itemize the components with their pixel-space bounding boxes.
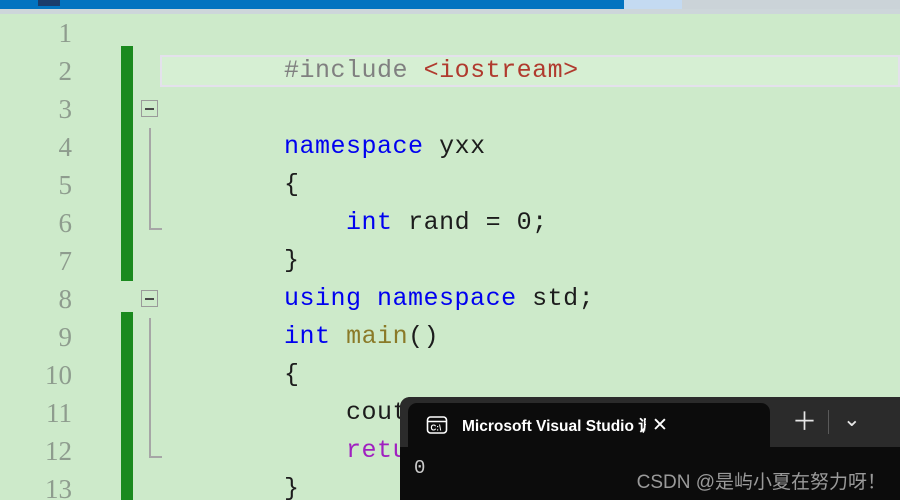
outline-guide-end xyxy=(149,432,162,458)
code-line[interactable]: 5 int rand = 0; xyxy=(0,166,900,237)
outline-column xyxy=(140,280,162,318)
outline-column xyxy=(140,128,162,166)
new-tab-button[interactable]: ＋ xyxy=(792,410,817,435)
line-number: 4 xyxy=(58,132,73,162)
tab-strip-background xyxy=(682,0,900,9)
tab-caret-indicator xyxy=(38,0,60,6)
outline-column xyxy=(140,166,162,204)
toolbar-divider xyxy=(828,410,829,434)
code-line[interactable]: 1 #include <iostream> xyxy=(0,14,900,85)
outline-column xyxy=(140,394,162,432)
svg-text:C:\: C:\ xyxy=(431,424,442,433)
outline-guide-line xyxy=(149,318,151,356)
terminal-output-pane[interactable]: 0 CSDN @是屿小夏在努力呀！ xyxy=(400,447,900,500)
editor-tab-strip xyxy=(0,0,900,14)
code-line[interactable]: 7 using namespace std; xyxy=(0,242,900,313)
line-number: 10 xyxy=(45,360,72,390)
outline-column xyxy=(140,356,162,394)
code-line[interactable]: 8 int main() xyxy=(0,280,900,351)
line-number: 6 xyxy=(58,208,73,238)
outline-guide-line xyxy=(149,356,151,394)
line-number: 3 xyxy=(58,94,73,124)
code-line[interactable]: 2 xyxy=(0,52,900,90)
code-line[interactable]: 10 cout << yxx::rand << endl; xyxy=(0,356,900,427)
line-number: 5 xyxy=(58,170,73,200)
terminal-output-text: 0 xyxy=(414,457,426,479)
line-number: 7 xyxy=(58,246,73,276)
outline-guide-line xyxy=(149,128,151,166)
terminal-tab-title: Microsoft Visual Studio 调试控 xyxy=(462,418,646,435)
close-icon[interactable]: ✕ xyxy=(652,416,668,435)
collapse-minus-icon[interactable] xyxy=(141,290,158,307)
active-document-tab[interactable] xyxy=(0,0,624,9)
line-number: 1 xyxy=(58,18,73,48)
inactive-document-tab[interactable] xyxy=(624,0,682,9)
visual-studio-window: 1 #include <iostream> 2 3 namespace yxx … xyxy=(0,0,900,500)
chevron-down-icon[interactable]: ⌄ xyxy=(843,409,861,430)
outline-column xyxy=(140,204,162,242)
line-number: 13 xyxy=(45,474,72,500)
line-number: 9 xyxy=(58,322,73,352)
code-line[interactable]: 3 namespace yxx xyxy=(0,90,900,161)
line-number: 11 xyxy=(46,398,72,428)
code-line[interactable]: 4 { xyxy=(0,128,900,199)
code-line[interactable]: 9 { xyxy=(0,318,900,389)
outline-guide-end xyxy=(149,204,162,230)
line-number: 8 xyxy=(58,284,73,314)
outline-guide-line xyxy=(149,394,151,432)
collapse-minus-icon[interactable] xyxy=(141,100,158,117)
outline-column xyxy=(140,318,162,356)
terminal-tab-active[interactable]: C:\ Microsoft Visual Studio 调试控 ✕ xyxy=(408,403,770,447)
outline-guide-line xyxy=(149,166,151,204)
outline-column xyxy=(140,432,162,470)
line-number: 2 xyxy=(58,56,73,86)
code-line[interactable]: 6 } xyxy=(0,204,900,275)
terminal-window[interactable]: C:\ Microsoft Visual Studio 调试控 ✕ ＋ ⌄ 0 … xyxy=(400,397,900,500)
csdn-watermark: CSDN @是屿小夏在努力呀！ xyxy=(636,472,886,493)
outline-column xyxy=(140,90,162,128)
command-prompt-icon: C:\ xyxy=(426,414,448,436)
line-number: 12 xyxy=(45,436,72,466)
terminal-titlebar[interactable]: C:\ Microsoft Visual Studio 调试控 ✕ ＋ ⌄ xyxy=(400,397,900,447)
